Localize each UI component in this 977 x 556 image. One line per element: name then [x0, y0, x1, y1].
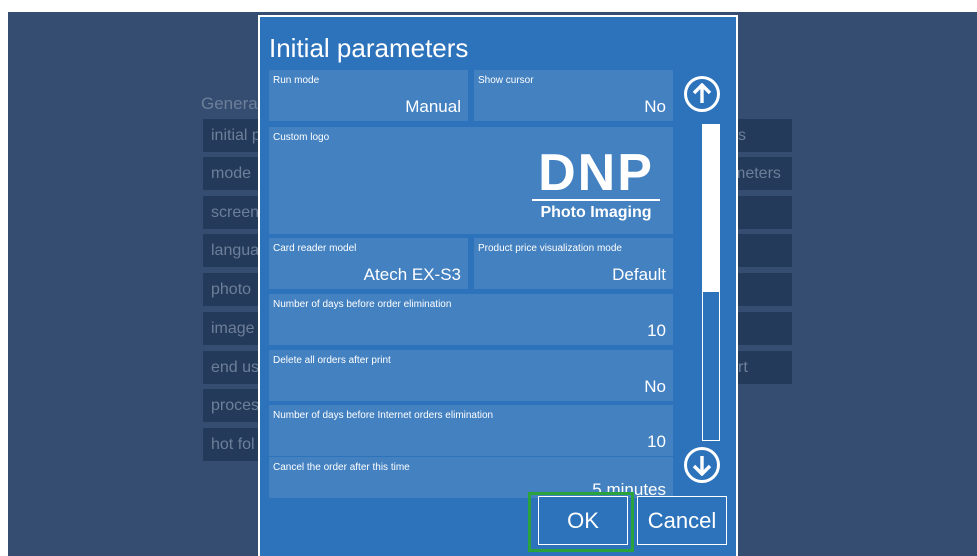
delete-orders-value: No: [644, 377, 666, 396]
custom-logo-label: Custom logo: [273, 132, 330, 143]
card-reader-value: Atech EX-S3: [363, 265, 461, 284]
background-button-hot-folder: hot fol: [203, 428, 263, 461]
dnp-logo: DNP Photo Imaging: [528, 144, 664, 223]
background-button-right-6: [730, 312, 792, 345]
background-button-right-4: [730, 234, 792, 267]
days-elimination-field[interactable]: Number of days before order elimination …: [269, 294, 673, 345]
internet-orders-days-label: Number of days before Internet orders el…: [273, 410, 494, 421]
show-cursor-label: Show cursor: [478, 75, 534, 86]
ok-button-highlight: [528, 492, 634, 552]
background-button-language: langua: [203, 234, 263, 267]
background-section-title: Genera: [201, 94, 258, 113]
scrollbar-track[interactable]: [702, 124, 720, 441]
scrollbar-thumb[interactable]: [703, 125, 719, 292]
background-button-right-3: [730, 196, 792, 229]
background-button-right-7: rt: [730, 351, 792, 384]
show-cursor-value: No: [644, 97, 666, 116]
price-mode-value: Default: [612, 265, 666, 284]
background-button-image: image: [203, 312, 263, 345]
background-button-end-user: end us: [203, 351, 263, 384]
delete-orders-field[interactable]: Delete all orders after print No: [269, 350, 673, 401]
dialog-title: Initial parameters: [269, 33, 469, 63]
run-mode-label: Run mode: [273, 75, 320, 86]
card-reader-label: Card reader model: [273, 243, 357, 254]
background-button-right-5: [730, 273, 792, 306]
show-cursor-field[interactable]: Show cursor No: [474, 70, 673, 121]
cancel-button[interactable]: Cancel: [637, 496, 727, 545]
scroll-up-icon[interactable]: [684, 76, 720, 112]
internet-orders-days-field[interactable]: Number of days before Internet orders el…: [269, 405, 673, 456]
days-elimination-label: Number of days before order elimination: [273, 299, 452, 310]
cancel-order-time-label: Cancel the order after this time: [273, 462, 410, 473]
logo-text-subtitle: Photo Imaging: [540, 204, 652, 221]
initial-parameters-dialog: Initial parameters Run mode Manual Show …: [258, 15, 738, 556]
background-button-initial: initial p: [203, 119, 263, 152]
background-button-process: proces: [203, 389, 263, 422]
days-elimination-value: 10: [647, 321, 666, 340]
internet-orders-days-value: 10: [647, 432, 666, 451]
scroll-down-icon[interactable]: [684, 447, 720, 483]
delete-orders-label: Delete all orders after print: [273, 355, 391, 366]
background-button-mode: mode: [203, 157, 263, 190]
run-mode-value: Manual: [405, 97, 461, 116]
custom-logo-field[interactable]: Custom logo DNP Photo Imaging: [269, 127, 673, 234]
background-button-photo: photo: [203, 273, 263, 306]
logo-text-dnp: DNP: [538, 144, 654, 202]
run-mode-field[interactable]: Run mode Manual: [269, 70, 468, 121]
background-button-screen: screen: [203, 196, 263, 229]
background-button-right-1: s: [730, 119, 792, 152]
price-mode-label: Product price visualization mode: [478, 243, 622, 254]
background-button-right-2: meters: [730, 157, 792, 190]
price-mode-field[interactable]: Product price visualization mode Default: [474, 238, 673, 289]
card-reader-field[interactable]: Card reader model Atech EX-S3: [269, 238, 468, 289]
